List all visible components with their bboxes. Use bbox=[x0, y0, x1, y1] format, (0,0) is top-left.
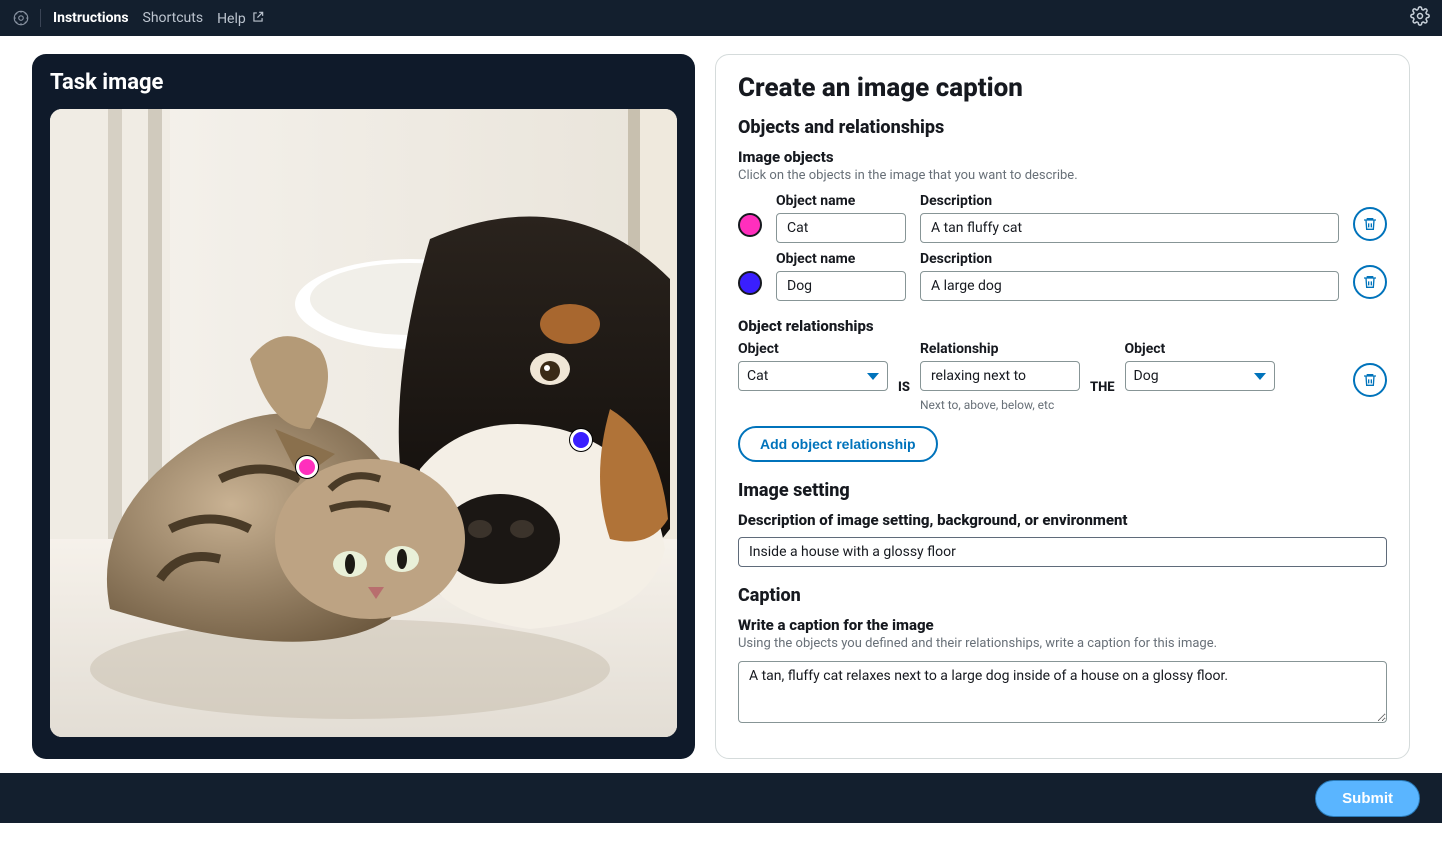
setting-input[interactable] bbox=[738, 537, 1387, 567]
object-name-input[interactable] bbox=[776, 213, 906, 243]
object-description-input[interactable] bbox=[920, 271, 1339, 301]
object-description-input[interactable] bbox=[920, 213, 1339, 243]
bottombar: Submit bbox=[0, 773, 1442, 823]
trash-icon bbox=[1362, 274, 1378, 290]
add-relationship-button[interactable]: Add object relationship bbox=[738, 426, 938, 462]
rel-object-select[interactable]: Dog bbox=[1125, 361, 1275, 391]
nav-help-label: Help bbox=[217, 11, 246, 27]
object-description-label: Description bbox=[920, 251, 1339, 267]
rel-relationship-label: Relationship bbox=[920, 341, 1080, 357]
rel-subject-value: Cat bbox=[747, 368, 768, 384]
chevron-down-icon bbox=[867, 373, 879, 380]
task-image-content bbox=[50, 109, 677, 737]
delete-object-button[interactable] bbox=[1353, 207, 1387, 241]
settings-button[interactable] bbox=[1410, 6, 1430, 30]
image-marker-0[interactable] bbox=[296, 456, 318, 478]
trash-icon bbox=[1362, 372, 1378, 388]
form-title: Create an image caption bbox=[738, 73, 1387, 103]
setting-label: Description of image setting, background… bbox=[738, 511, 1387, 529]
object-name-label: Object name bbox=[776, 193, 906, 209]
delete-relationship-button[interactable] bbox=[1353, 363, 1387, 397]
topbar: Instructions Shortcuts Help bbox=[0, 0, 1442, 36]
object-name-input[interactable] bbox=[776, 271, 906, 301]
rel-object-value: Dog bbox=[1134, 368, 1159, 384]
connector-the: THE bbox=[1090, 358, 1115, 395]
delete-object-button[interactable] bbox=[1353, 265, 1387, 299]
object-row: Object name Description bbox=[738, 251, 1387, 301]
image-marker-1[interactable] bbox=[570, 429, 592, 451]
section-objects-heading: Objects and relationships bbox=[738, 117, 1387, 138]
image-objects-hint: Click on the objects in the image that y… bbox=[738, 168, 1387, 183]
object-name-label: Object name bbox=[776, 251, 906, 267]
main-area: Task image bbox=[0, 36, 1442, 773]
form-panel: Create an image caption Objects and rela… bbox=[715, 54, 1410, 759]
caption-textarea[interactable] bbox=[738, 661, 1387, 723]
chevron-down-icon bbox=[1254, 373, 1266, 380]
caption-hint: Using the objects you defined and their … bbox=[738, 636, 1387, 651]
relationships-label: Object relationships bbox=[738, 317, 1387, 335]
image-objects-label: Image objects bbox=[738, 148, 1387, 166]
object-row: Object name Description bbox=[738, 193, 1387, 243]
object-description-label: Description bbox=[920, 193, 1339, 209]
section-setting-heading: Image setting bbox=[738, 480, 1387, 501]
topbar-divider bbox=[40, 9, 41, 27]
gear-icon bbox=[1410, 6, 1430, 26]
nav-shortcuts[interactable]: Shortcuts bbox=[141, 8, 206, 28]
external-link-icon bbox=[251, 10, 265, 24]
section-caption-heading: Caption bbox=[738, 585, 1387, 606]
relationship-row: Object Cat IS Relationship Next to, abov… bbox=[738, 341, 1387, 412]
task-image-panel: Task image bbox=[32, 54, 695, 759]
task-image-title: Task image bbox=[50, 70, 677, 95]
rel-object-label: Object bbox=[1125, 341, 1275, 357]
rel-subject-select[interactable]: Cat bbox=[738, 361, 888, 391]
rel-relationship-input[interactable] bbox=[920, 361, 1080, 391]
rel-subject-label: Object bbox=[738, 341, 888, 357]
trash-icon bbox=[1362, 216, 1378, 232]
connector-is: IS bbox=[898, 358, 910, 395]
nav-instructions[interactable]: Instructions bbox=[51, 8, 131, 28]
object-marker-dot bbox=[738, 271, 762, 295]
nav-help[interactable]: Help bbox=[215, 8, 267, 29]
caption-label: Write a caption for the image bbox=[738, 616, 1387, 634]
task-image[interactable] bbox=[50, 109, 677, 737]
submit-button[interactable]: Submit bbox=[1315, 780, 1420, 817]
app-logo bbox=[12, 9, 30, 27]
object-marker-dot bbox=[738, 213, 762, 237]
rel-hint: Next to, above, below, etc bbox=[920, 398, 1080, 412]
